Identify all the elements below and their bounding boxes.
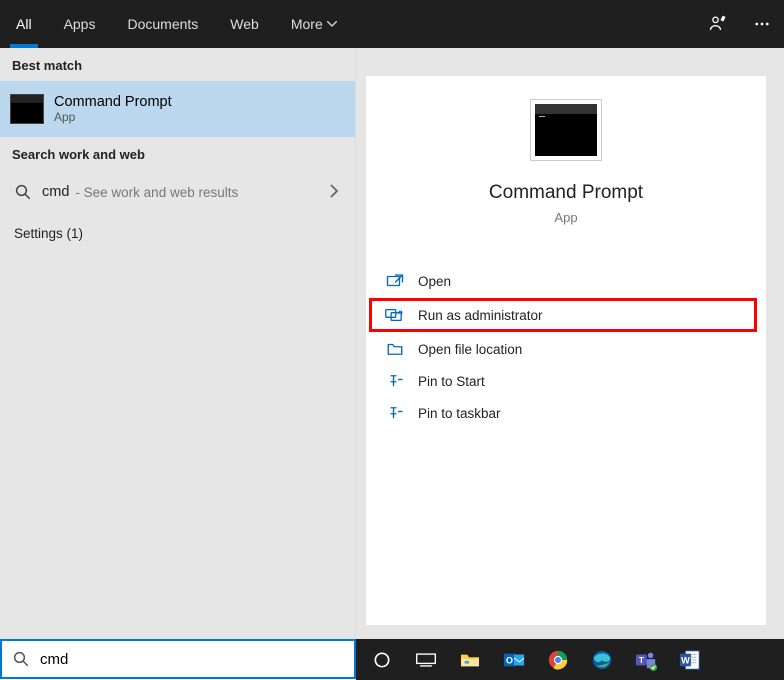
action-label: Run as administrator xyxy=(418,308,543,323)
result-detail-panel: Command Prompt App Open Run as administr… xyxy=(356,48,784,639)
search-web-heading: Search work and web xyxy=(0,137,355,170)
admin-shield-icon xyxy=(384,306,406,324)
open-icon xyxy=(384,272,406,290)
action-list: Open Run as administrator Open file loca… xyxy=(366,265,766,429)
tab-apps[interactable]: Apps xyxy=(48,0,112,48)
search-icon xyxy=(14,183,32,201)
tab-web[interactable]: Web xyxy=(214,0,275,48)
tab-all[interactable]: All xyxy=(0,0,48,48)
outlook-icon[interactable]: O xyxy=(492,640,536,680)
action-label: Pin to taskbar xyxy=(418,406,501,421)
best-match-result[interactable]: Command Prompt App xyxy=(0,81,355,137)
more-options-icon[interactable] xyxy=(740,0,784,48)
feedback-icon[interactable] xyxy=(696,0,740,48)
best-match-subtitle: App xyxy=(54,110,172,124)
folder-location-icon xyxy=(384,340,406,358)
tab-label: Documents xyxy=(127,16,198,32)
best-match-heading: Best match xyxy=(0,48,355,81)
teams-icon[interactable]: T xyxy=(624,640,668,680)
action-open[interactable]: Open xyxy=(366,265,766,297)
taskbar: O T W xyxy=(356,639,784,680)
task-view-icon[interactable] xyxy=(404,640,448,680)
command-prompt-icon xyxy=(535,104,597,156)
svg-text:O: O xyxy=(506,655,513,665)
search-filter-tabs: All Apps Documents Web More xyxy=(0,0,784,48)
chevron-right-icon xyxy=(329,184,339,198)
search-term: cmd xyxy=(42,184,69,200)
bottom-bar: O T W xyxy=(0,639,784,680)
search-box[interactable] xyxy=(0,639,356,679)
settings-label: Settings (1) xyxy=(14,226,83,241)
action-label: Pin to Start xyxy=(418,374,485,389)
command-prompt-icon xyxy=(10,94,44,124)
svg-text:T: T xyxy=(639,656,644,665)
search-icon xyxy=(12,650,30,668)
chevron-down-icon xyxy=(327,21,337,28)
tab-label: All xyxy=(16,16,32,32)
svg-text:W: W xyxy=(681,655,690,665)
pin-start-icon xyxy=(384,372,406,390)
tab-label: Apps xyxy=(64,16,96,32)
search-results-panel: Best match Command Prompt App Search wor… xyxy=(0,48,356,639)
action-pin-to-start[interactable]: Pin to Start xyxy=(366,365,766,397)
search-input[interactable] xyxy=(40,651,344,668)
action-label: Open xyxy=(418,274,451,289)
action-label: Open file location xyxy=(418,342,522,357)
action-run-as-administrator[interactable]: Run as administrator xyxy=(370,299,756,331)
action-open-file-location[interactable]: Open file location xyxy=(366,333,766,365)
detail-subtitle: App xyxy=(366,210,766,225)
best-match-title: Command Prompt xyxy=(54,94,172,110)
tab-label: Web xyxy=(230,16,259,32)
edge-icon[interactable] xyxy=(580,640,624,680)
tab-label: More xyxy=(291,16,323,32)
pin-taskbar-icon xyxy=(384,404,406,422)
settings-results[interactable]: Settings (1) xyxy=(0,214,355,253)
detail-card: Command Prompt App Open Run as administr… xyxy=(366,76,766,625)
web-search-suggestion[interactable]: cmd - See work and web results xyxy=(0,170,355,214)
file-explorer-icon[interactable] xyxy=(448,640,492,680)
word-icon[interactable]: W xyxy=(668,640,712,680)
tab-more[interactable]: More xyxy=(275,0,353,48)
chrome-icon[interactable] xyxy=(536,640,580,680)
cortana-icon[interactable] xyxy=(360,640,404,680)
tab-documents[interactable]: Documents xyxy=(111,0,214,48)
search-suggestion-sub: - See work and web results xyxy=(75,185,238,200)
detail-title: Command Prompt xyxy=(366,182,766,204)
action-pin-to-taskbar[interactable]: Pin to taskbar xyxy=(366,397,766,429)
